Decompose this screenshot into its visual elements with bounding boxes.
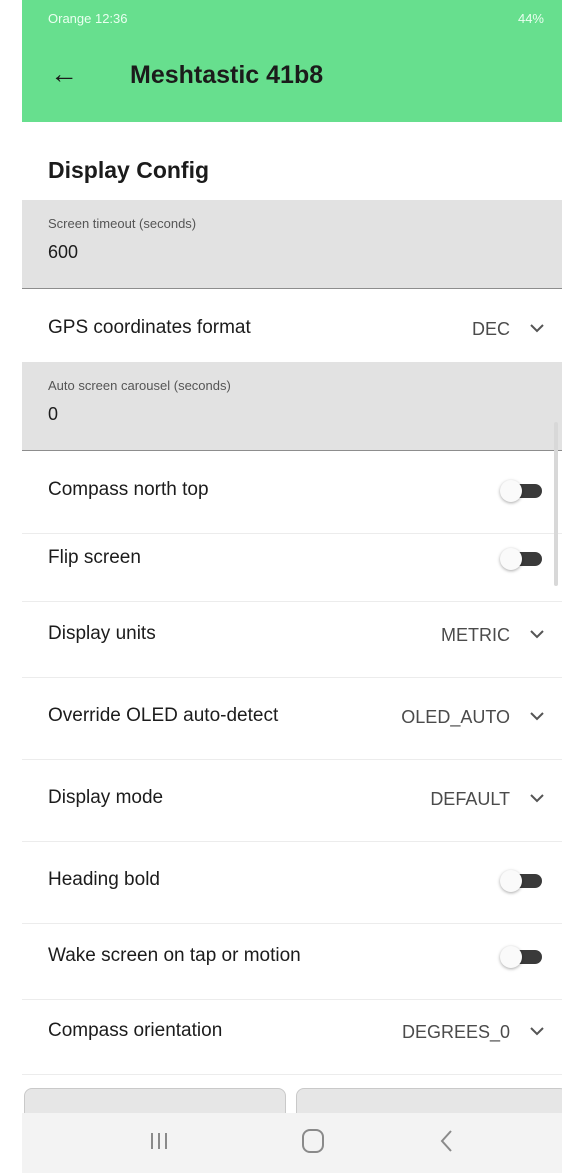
display-units-label: Display units [48, 623, 156, 644]
screen-timeout-field[interactable]: Screen timeout (seconds) 600 [22, 200, 562, 289]
chevron-down-icon[interactable] [528, 319, 546, 337]
flip-screen-row[interactable]: Flip screen [22, 519, 562, 602]
recent-apps-icon[interactable] [148, 1130, 170, 1152]
app-frame: Orange 12:36 44% ← Meshtastic 41b8 Displ… [22, 0, 562, 1173]
compass-orientation-value[interactable]: DEGREES_0 [402, 1022, 510, 1043]
oled-override-value[interactable]: OLED_AUTO [401, 707, 510, 728]
section-title: Display Config [48, 157, 210, 183]
flip-screen-label: Flip screen [48, 547, 141, 568]
toggle-thumb [500, 548, 522, 570]
wake-screen-row[interactable]: Wake screen on tap or motion [22, 917, 562, 1000]
compass-north-top-toggle[interactable] [500, 480, 544, 502]
wake-screen-label: Wake screen on tap or motion [48, 945, 301, 966]
gps-format-value[interactable]: DEC [472, 319, 510, 340]
toolbar: ← Meshtastic 41b8 [22, 38, 562, 122]
display-units-value[interactable]: METRIC [441, 625, 510, 646]
app-title: Meshtastic 41b8 [130, 61, 324, 89]
gps-format-label: GPS coordinates format [48, 317, 251, 338]
gps-format-row[interactable]: GPS coordinates format DEC [22, 289, 562, 372]
display-mode-value[interactable]: DEFAULT [430, 789, 510, 810]
screen-timeout-value[interactable]: 600 [48, 242, 78, 263]
auto-carousel-label: Auto screen carousel (seconds) [48, 378, 231, 393]
toggle-thumb [500, 946, 522, 968]
system-nav-bar [22, 1113, 562, 1173]
home-icon[interactable] [300, 1127, 326, 1155]
oled-override-row[interactable]: Override OLED auto-detect OLED_AUTO [22, 677, 562, 760]
top-app-bar: Orange 12:36 44% ← Meshtastic 41b8 [22, 0, 562, 122]
compass-orientation-row[interactable]: Compass orientation DEGREES_0 [22, 992, 562, 1075]
chevron-down-icon[interactable] [528, 625, 546, 643]
chevron-down-icon[interactable] [528, 789, 546, 807]
scrollbar[interactable] [554, 422, 558, 586]
auto-carousel-value[interactable]: 0 [48, 404, 58, 425]
flip-screen-toggle[interactable] [500, 548, 544, 570]
status-right: 44% [517, 11, 544, 26]
arrow-left-icon[interactable]: ← [50, 60, 78, 88]
oled-override-label: Override OLED auto-detect [48, 705, 279, 726]
toggle-thumb [500, 480, 522, 502]
status-left: Orange 12:36 [48, 11, 128, 26]
chevron-down-icon[interactable] [528, 707, 546, 725]
heading-bold-toggle[interactable] [500, 870, 544, 892]
wake-screen-toggle[interactable] [500, 946, 544, 968]
chevron-down-icon[interactable] [528, 1022, 546, 1040]
compass-orientation-label: Compass orientation [48, 1020, 223, 1041]
heading-bold-label: Heading bold [48, 869, 160, 890]
toggle-thumb [500, 870, 522, 892]
display-mode-row[interactable]: Display mode DEFAULT [22, 759, 562, 842]
display-units-row[interactable]: Display units METRIC [22, 595, 562, 678]
display-mode-label: Display mode [48, 787, 164, 808]
compass-north-top-label: Compass north top [48, 479, 209, 500]
back-icon[interactable] [436, 1127, 458, 1155]
screen-timeout-label: Screen timeout (seconds) [48, 216, 197, 231]
auto-carousel-field[interactable]: Auto screen carousel (seconds) 0 [22, 362, 562, 451]
heading-bold-row[interactable]: Heading bold [22, 841, 562, 924]
status-bar: Orange 12:36 44% [22, 0, 562, 38]
